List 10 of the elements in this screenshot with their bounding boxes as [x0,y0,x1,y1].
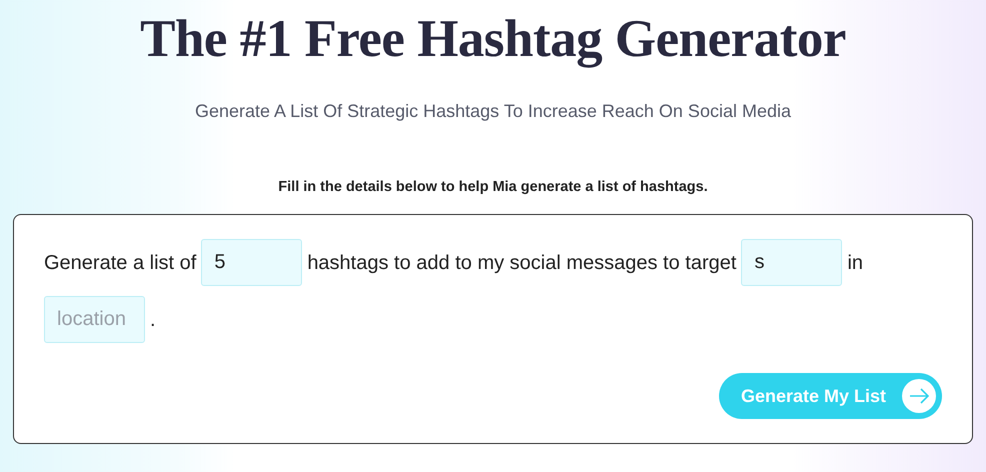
input-field[interactable]: 5 [201,239,302,286]
sentence-text: . [150,308,156,333]
input-field[interactable]: location [44,296,145,344]
instruction-text: Fill in the details below to help Mia generate a list of hashtags. [277,178,709,197]
page-subtitle: Generate A List Of Strategic Hashtags To Increase Reach On Social Media [194,100,792,123]
sentence-text: Generate a list of [44,250,196,276]
input-field[interactable]: s [741,239,842,286]
sentence-text: hashtags to add to my social messages to target [307,250,736,276]
sentence-text: in [847,250,864,276]
page-title: The #1 Free Hashtag Generator [139,9,847,70]
